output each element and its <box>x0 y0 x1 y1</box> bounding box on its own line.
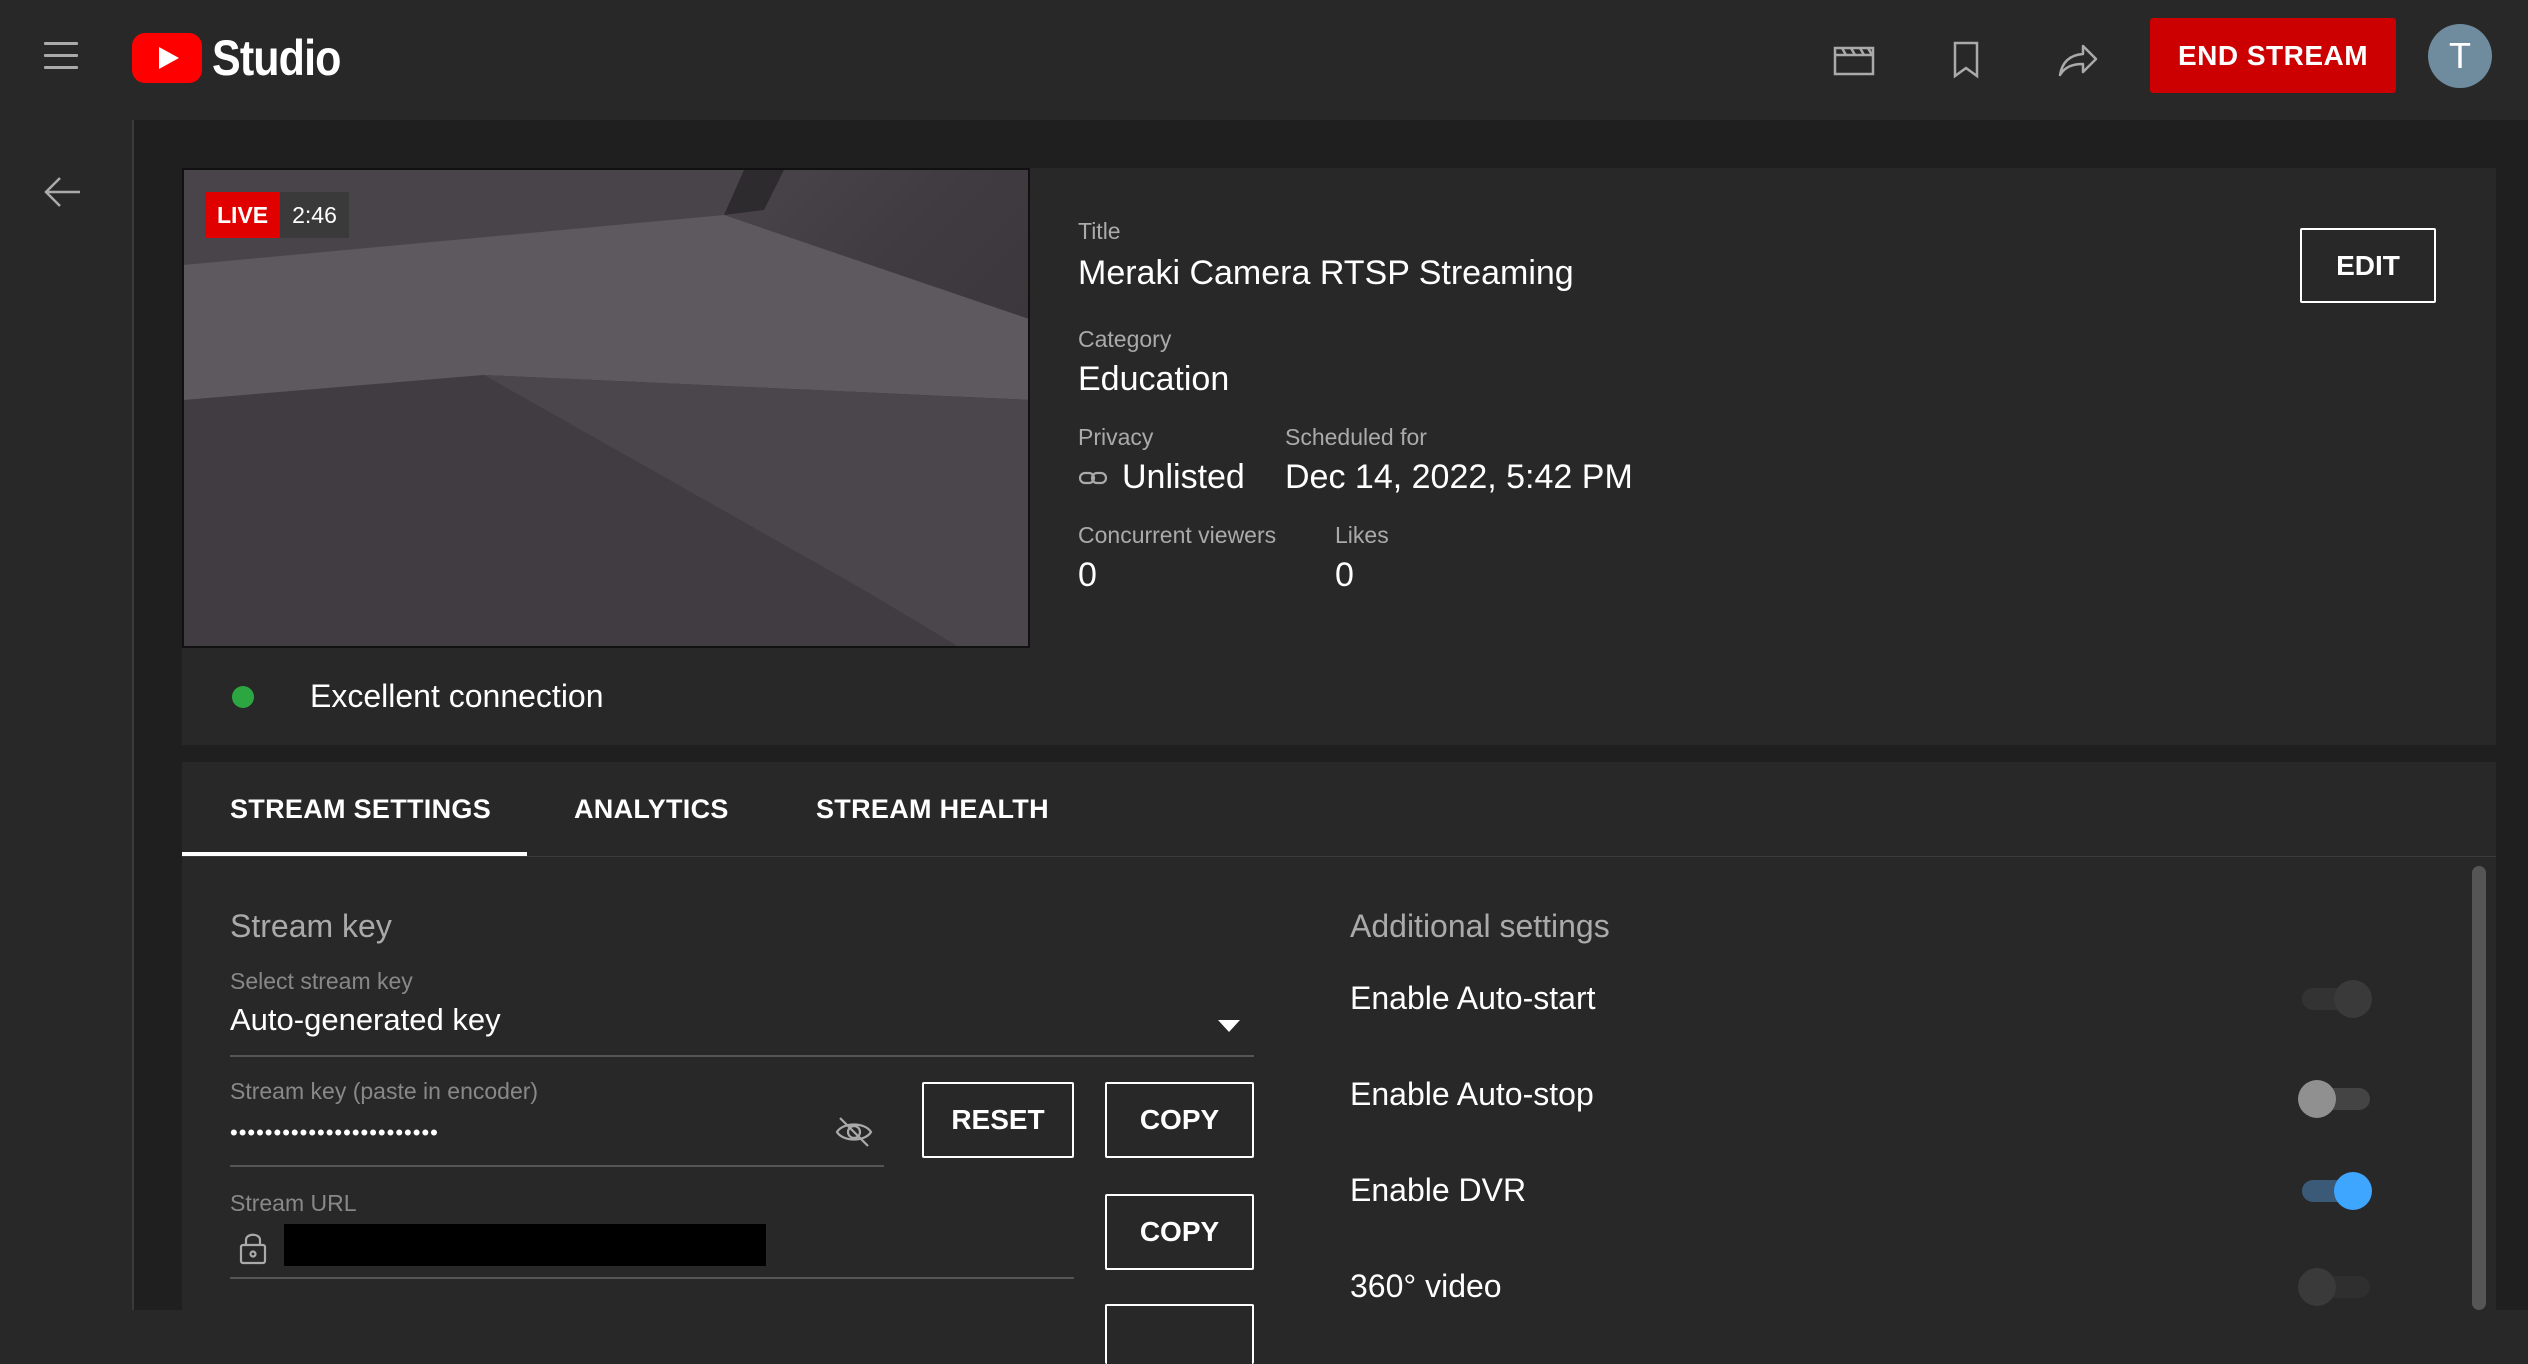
auto-start-label: Enable Auto-start <box>1350 980 1596 1016</box>
copy-backup-url-button[interactable] <box>1105 1304 1254 1364</box>
live-badge: LIVE 2:46 <box>205 192 349 238</box>
copy-key-button[interactable]: COPY <box>1105 1082 1254 1158</box>
stream-title: Meraki Camera RTSP Streaming <box>1078 254 1574 292</box>
title-label: Title <box>1078 218 1121 244</box>
logo-text: Studio <box>212 30 341 86</box>
share-icon[interactable] <box>2052 34 2104 86</box>
lock-icon <box>238 1230 268 1266</box>
backup-url-label <box>230 1298 430 1310</box>
left-rail <box>0 120 134 1310</box>
bookmark-icon[interactable] <box>1940 34 1992 86</box>
viewers-label: Concurrent viewers <box>1078 522 1277 548</box>
dropdown-arrow-icon <box>1218 1020 1240 1032</box>
auto-stop-toggle[interactable] <box>2298 1076 2374 1120</box>
stream-key-value: •••••••••••••••••••••••• <box>230 1120 439 1145</box>
active-tab-indicator <box>182 852 527 856</box>
tab-bar <box>182 762 2496 857</box>
auto-start-toggle[interactable] <box>2298 976 2374 1020</box>
studio-logo[interactable]: Studio <box>132 30 362 86</box>
youtube-logo-icon <box>132 33 202 83</box>
elapsed-time: 2:46 <box>280 192 349 238</box>
select-key-label: Select stream key <box>230 968 413 994</box>
connection-status: Excellent connection <box>310 678 604 714</box>
avatar[interactable]: T <box>2428 24 2492 88</box>
stream-url-underline <box>230 1277 1074 1279</box>
360-video-label: 360° video <box>1350 1268 1502 1304</box>
likes-value: 0 <box>1335 556 1354 594</box>
stream-url-label: Stream URL <box>230 1190 357 1216</box>
end-stream-button[interactable]: END STREAM <box>2150 18 2396 93</box>
category-label: Category <box>1078 326 1172 352</box>
stream-url-redacted <box>284 1224 766 1266</box>
visibility-off-icon[interactable] <box>834 1114 874 1150</box>
stream-key-field[interactable]: •••••••••••••••••••••••• <box>230 1118 880 1162</box>
360-video-toggle[interactable] <box>2298 1264 2374 1308</box>
clapperboard-icon[interactable] <box>1828 34 1880 86</box>
select-key-value: Auto-generated key <box>230 1002 501 1037</box>
auto-stop-label: Enable Auto-stop <box>1350 1076 1594 1112</box>
back-arrow-icon[interactable] <box>38 168 86 216</box>
stream-key-underline <box>230 1165 884 1167</box>
copy-url-button[interactable]: COPY <box>1105 1194 1254 1270</box>
tab-stream-settings[interactable]: STREAM SETTINGS <box>230 762 491 857</box>
menu-icon[interactable] <box>40 38 80 74</box>
live-label: LIVE <box>205 192 281 238</box>
stream-key-select[interactable]: Auto-generated key <box>230 1000 1254 1056</box>
privacy-text: Unlisted <box>1122 458 1245 496</box>
scheduled-value: Dec 14, 2022, 5:42 PM <box>1285 458 1633 496</box>
tab-stream-health[interactable]: STREAM HEALTH <box>816 762 1049 857</box>
dvr-label: Enable DVR <box>1350 1172 1527 1208</box>
edit-button[interactable]: EDIT <box>2300 228 2436 303</box>
connection-status-dot <box>232 686 254 708</box>
dvr-toggle[interactable] <box>2298 1168 2374 1212</box>
panel-scrollbar[interactable] <box>2472 866 2486 1310</box>
stream-key-label: Stream key (paste in encoder) <box>230 1078 539 1104</box>
tab-analytics[interactable]: ANALYTICS <box>574 762 729 857</box>
video-preview[interactable] <box>182 168 1030 648</box>
link-icon <box>1078 471 1108 484</box>
category-value: Education <box>1078 360 1230 398</box>
scheduled-label: Scheduled for <box>1285 424 1427 450</box>
privacy-value: Unlisted <box>1078 458 1245 497</box>
additional-settings-title: Additional settings <box>1350 908 1610 944</box>
privacy-label: Privacy <box>1078 424 1154 450</box>
viewers-value: 0 <box>1078 556 1097 594</box>
stream-key-title: Stream key <box>230 908 392 944</box>
select-underline <box>230 1055 1254 1057</box>
reset-button[interactable]: RESET <box>922 1082 1074 1158</box>
likes-label: Likes <box>1335 522 1389 548</box>
top-bar <box>0 0 2528 120</box>
